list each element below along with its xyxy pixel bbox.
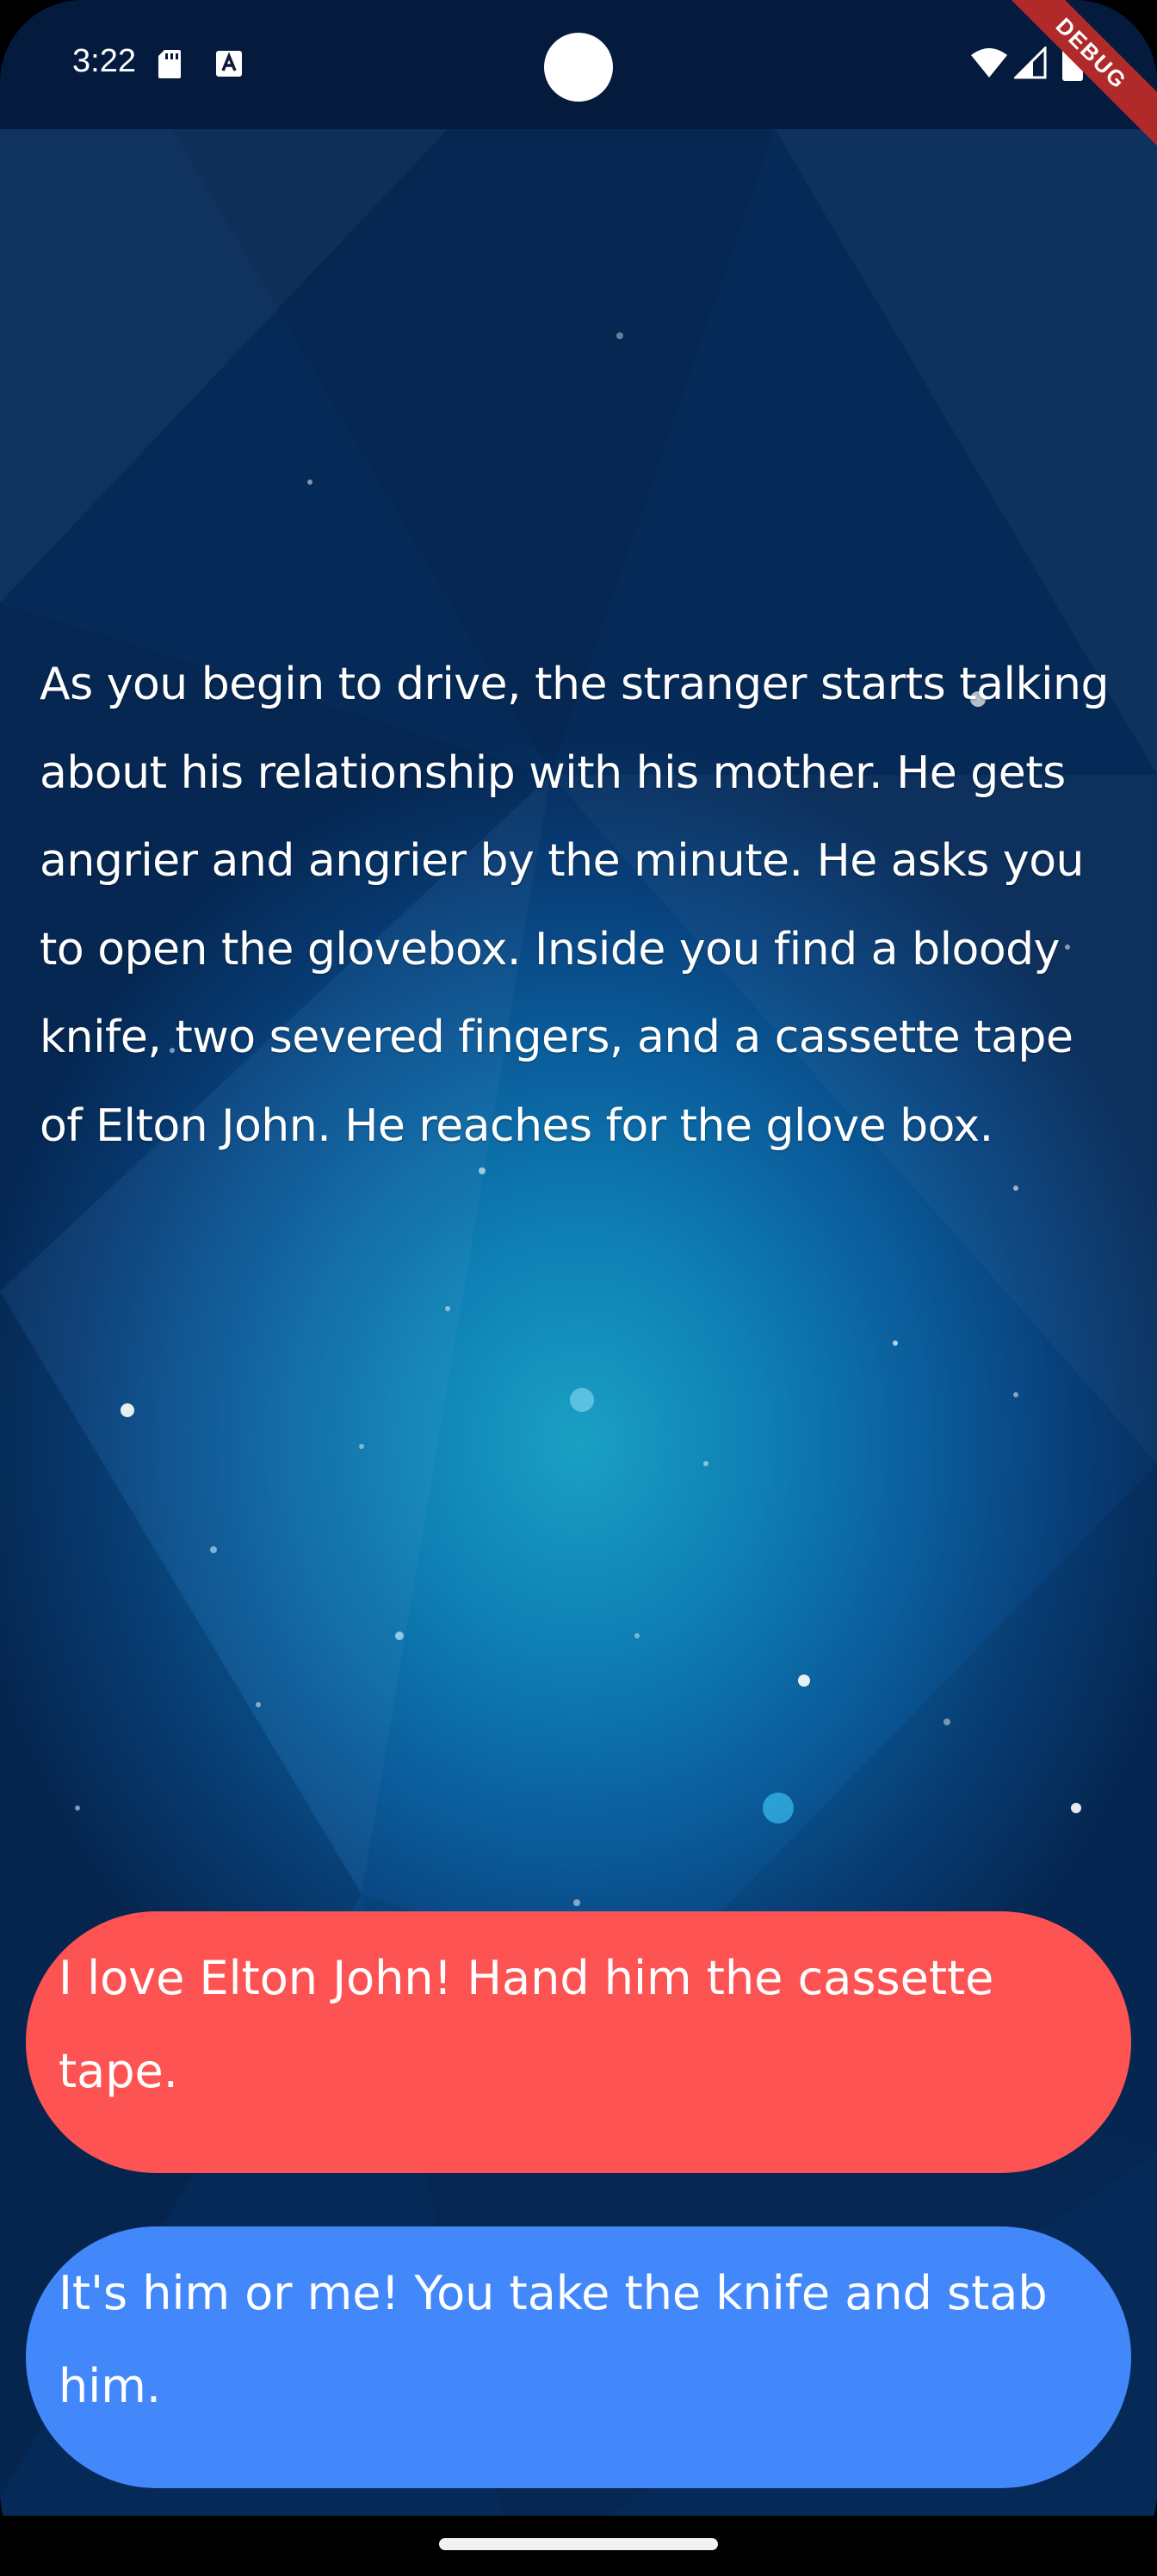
wifi-icon (971, 48, 1007, 77)
status-time: 3:22 (72, 43, 136, 79)
a-notification-icon (216, 51, 242, 77)
choice-button-knife[interactable]: It's him or me! You take the knife and s… (26, 2226, 1131, 2488)
home-gesture-handle[interactable] (439, 2538, 718, 2550)
signal-icon (1014, 46, 1047, 79)
starfield-background (0, 129, 1157, 2576)
story-text: As you begin to drive, the stranger star… (40, 659, 1110, 1152)
sd-card-icon (158, 50, 181, 78)
app-screen: 3:22 DEBUG As you begin to drive, the st… (0, 0, 1157, 2576)
status-bar: 3:22 (0, 0, 1157, 129)
choice-button-cassette[interactable]: I love Elton John! Hand him the cassette… (26, 1911, 1131, 2173)
camera-cutout (544, 33, 613, 102)
